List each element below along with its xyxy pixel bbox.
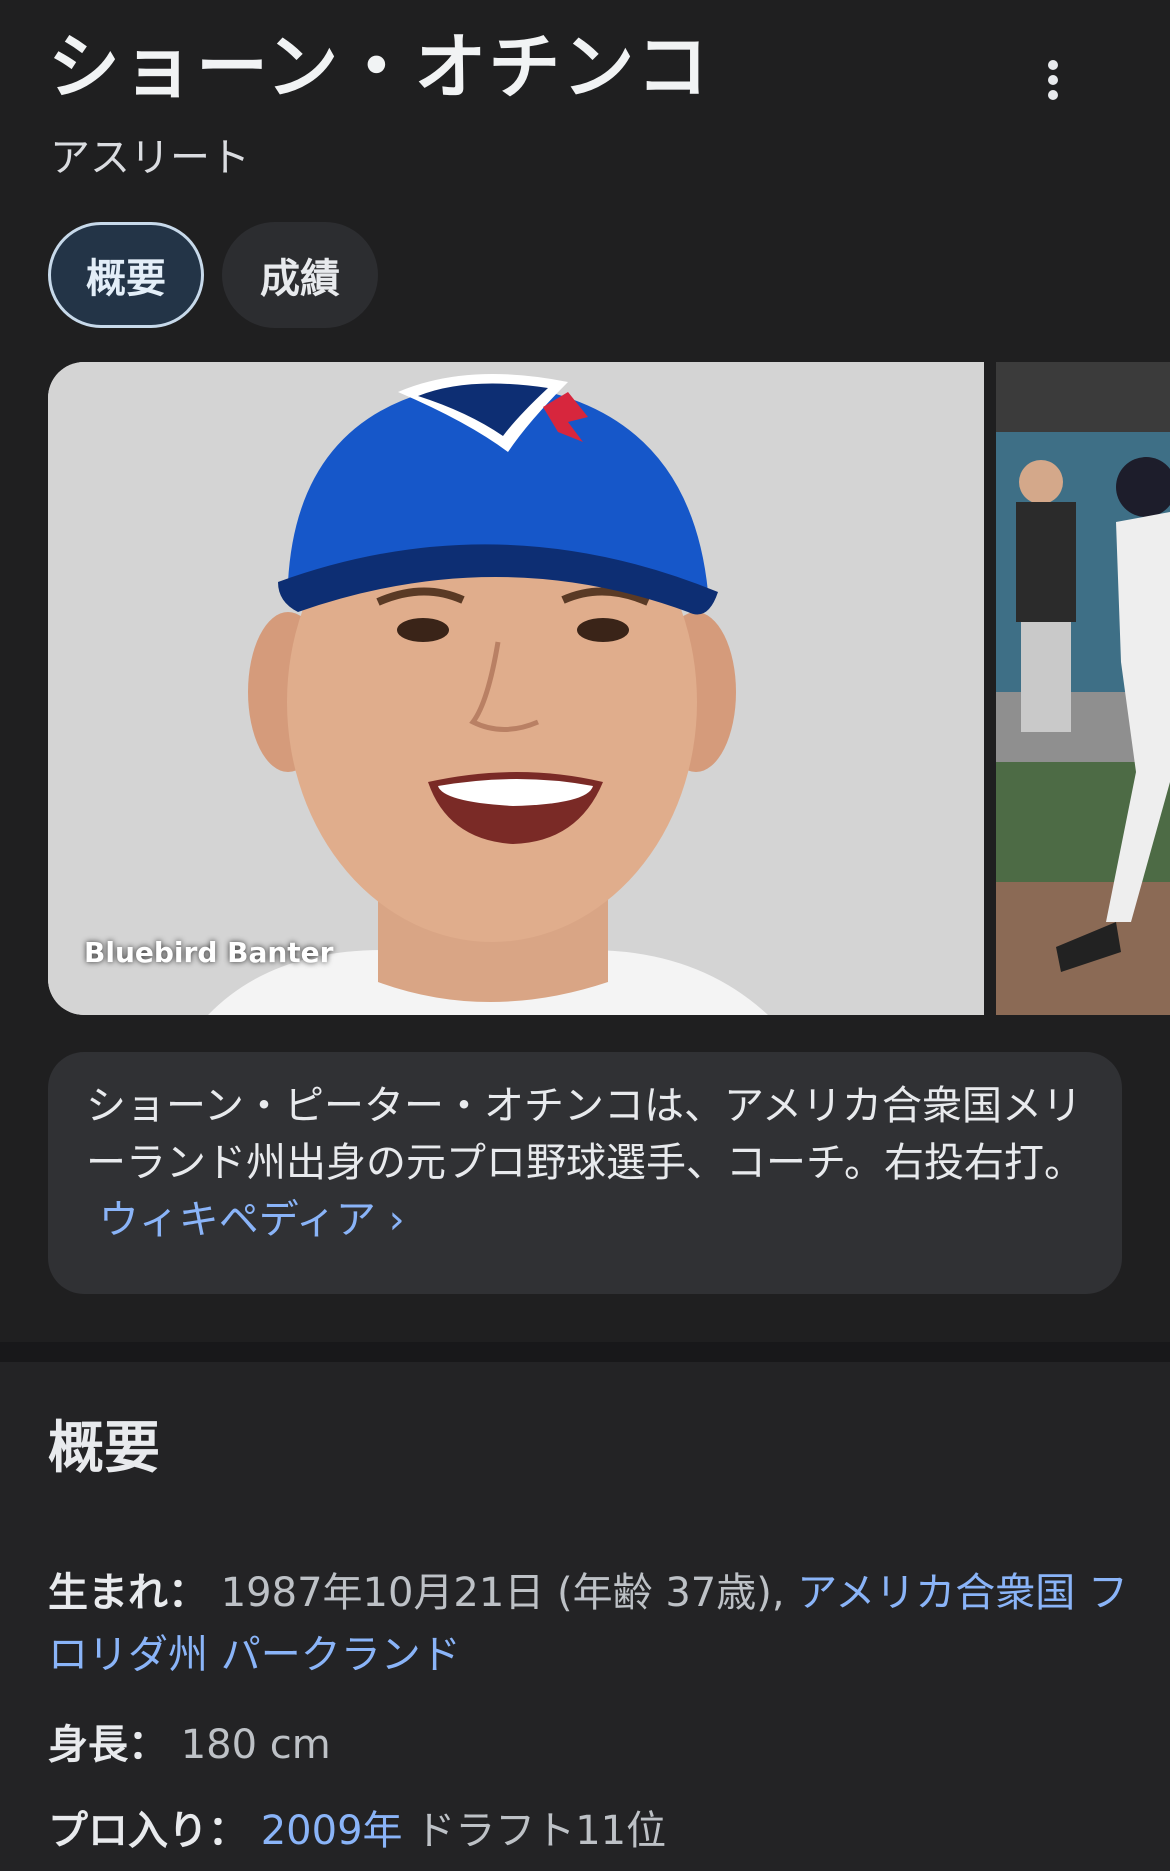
entity-title: ショーン・オチンコ [48, 25, 711, 109]
entity-subtitle: アスリート [50, 135, 250, 181]
portrait-illustration [48, 362, 984, 1015]
description-text: ショーン・ピーター・オチンコは、アメリカ合衆国メリーランド州出身の元プロ野球選手… [86, 1083, 1084, 1186]
more-vert-icon[interactable] [1030, 50, 1076, 110]
section-divider [0, 1342, 1170, 1362]
batting-illustration [996, 362, 1170, 1015]
player-portrait-image[interactable]: Bluebird Banter [48, 362, 984, 1015]
fact-born: 生まれ： 1987年10月21日 (年齢 37歳), アメリカ合衆国 フロリダ州… [48, 1562, 1128, 1686]
fact-height-label: 身長： [48, 1722, 168, 1768]
fact-pro: プロ入り： 2009年 ドラフト11位 [48, 1800, 1128, 1862]
fact-height-value: 180 cm [180, 1722, 331, 1768]
knowledge-panel-header: ショーン・オチンコ アスリート 概要 成績 Bluebird Banter ショ… [0, 0, 1170, 1362]
secondary-action-image[interactable] [996, 362, 1170, 1015]
tab-stats[interactable]: 成績 [222, 222, 378, 328]
fact-born-value: 1987年10月21日 (年齢 37歳), [220, 1570, 798, 1616]
fact-pro-label: プロ入り： [48, 1808, 248, 1854]
fact-pro-value: ドラフト11位 [402, 1808, 667, 1854]
description-card: ショーン・ピーター・オチンコは、アメリカ合衆国メリーランド州出身の元プロ野球選手… [48, 1052, 1122, 1294]
draft-year-link[interactable]: 2009年 [261, 1808, 403, 1854]
image-credit: Bluebird Banter [84, 936, 334, 969]
tab-overview[interactable]: 概要 [48, 222, 204, 328]
fact-height: 身長： 180 cm [48, 1714, 1128, 1776]
overview-heading: 概要 [48, 1416, 160, 1481]
fact-born-label: 生まれ： [48, 1570, 208, 1616]
chevron-right-icon: › [388, 1197, 405, 1243]
wikipedia-link[interactable]: ウィキペディア › [86, 1197, 405, 1243]
overview-section: 概要 生まれ： 1987年10月21日 (年齢 37歳), アメリカ合衆国 フロ… [0, 1362, 1170, 1871]
